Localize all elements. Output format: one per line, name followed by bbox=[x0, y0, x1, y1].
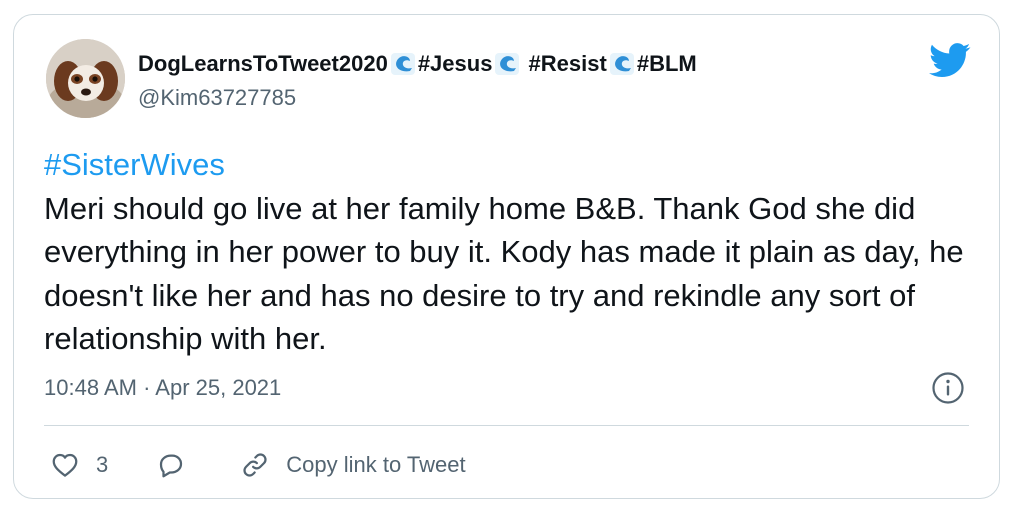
hashtag-blm: #BLM bbox=[636, 51, 697, 76]
hashtag-jesus: #Jesus bbox=[417, 51, 493, 76]
link-icon bbox=[243, 453, 267, 477]
like-count: 3 bbox=[96, 452, 109, 477]
copy-link-label: Copy link to Tweet bbox=[286, 452, 466, 477]
water-wave-icon bbox=[495, 53, 520, 75]
user-handle[interactable]: @Kim63727785 bbox=[138, 85, 296, 111]
info-icon[interactable] bbox=[931, 371, 965, 405]
tweet-timestamp[interactable]: 10:48 AM · Apr 25, 2021 bbox=[44, 375, 281, 401]
divider bbox=[44, 425, 969, 426]
display-name-text: DogLearnsToTweet2020 bbox=[138, 51, 388, 76]
heart-icon bbox=[52, 453, 78, 477]
speech-bubble-icon bbox=[160, 454, 183, 478]
tweet-text: Meri should go live at her family home B… bbox=[44, 190, 964, 357]
tweet-body: #SisterWives Meri should go live at her … bbox=[44, 143, 984, 361]
water-wave-icon bbox=[609, 53, 634, 75]
water-wave-icon bbox=[390, 53, 415, 75]
reply-button[interactable] bbox=[156, 450, 186, 480]
avatar[interactable] bbox=[46, 39, 125, 118]
hashtag-resist: #Resist bbox=[522, 51, 607, 76]
twitter-bird-icon[interactable] bbox=[929, 43, 971, 78]
dog-avatar-image bbox=[46, 39, 125, 118]
like-button[interactable]: 3 bbox=[50, 450, 108, 480]
copy-link-button[interactable]: Copy link to Tweet bbox=[240, 450, 466, 480]
display-name[interactable]: DogLearnsToTweet2020 #Jesus #Resist #BLM bbox=[138, 51, 697, 77]
action-bar: 3 Copy link to Tweet bbox=[50, 447, 466, 483]
tweet-card[interactable]: DogLearnsToTweet2020 #Jesus #Resist #BLM… bbox=[13, 14, 1000, 499]
hashtag-sisterwives[interactable]: #SisterWives bbox=[44, 143, 984, 187]
